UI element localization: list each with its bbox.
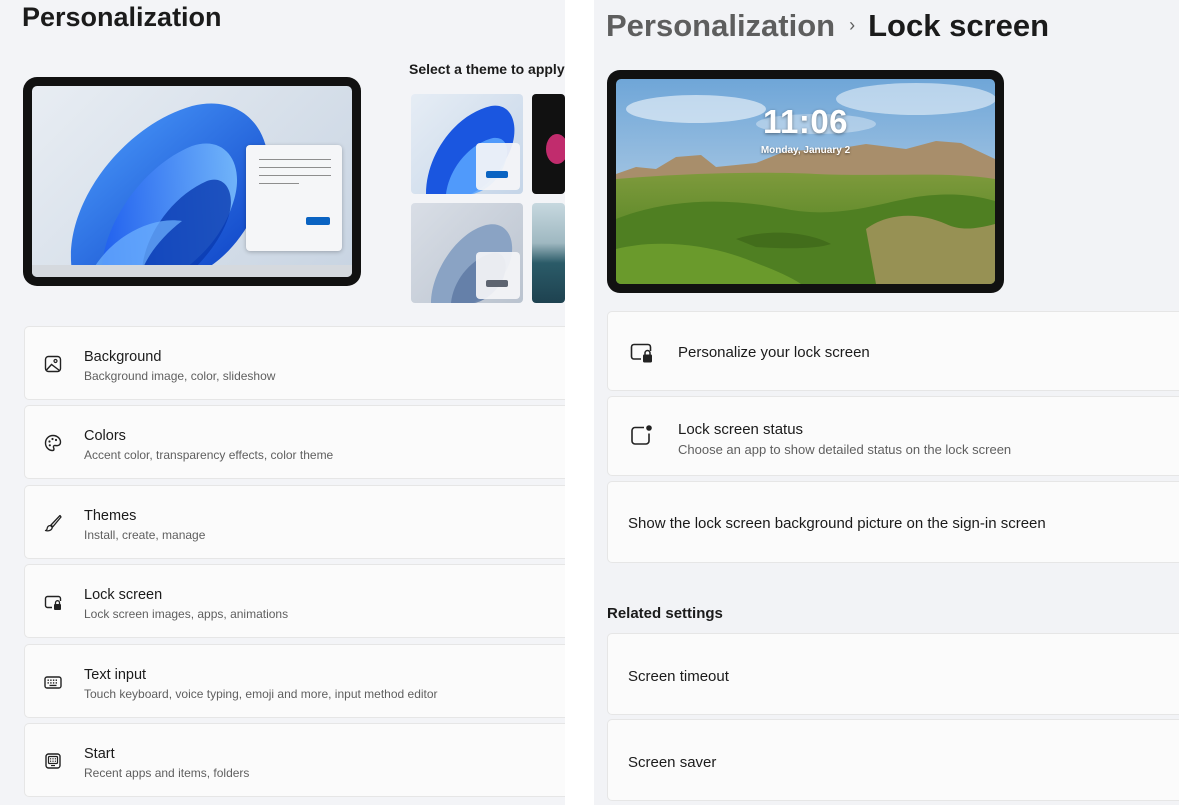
setting-title: Background (84, 349, 162, 365)
row-title: Personalize your lock screen (678, 344, 870, 361)
setting-title: Themes (84, 508, 137, 524)
setting-subtitle: Touch keyboard, voice typing, emoji and … (84, 687, 438, 701)
theme-thumb-dark-flower[interactable] (532, 94, 565, 194)
row-title: Lock screen status (678, 421, 804, 438)
brush-icon (44, 514, 62, 532)
setting-subtitle: Background image, color, slideshow (84, 369, 276, 383)
breadcrumb-parent[interactable]: Personalization (606, 8, 835, 43)
setting-title: Text input (84, 667, 147, 683)
sample-accent-button (306, 217, 330, 225)
show-background-on-signin-row[interactable]: Show the lock screen background picture … (607, 481, 1179, 563)
lock-time: 11:06 (762, 103, 849, 140)
setting-row-lock-screen[interactable]: Lock screen Lock screen images, apps, an… (24, 564, 565, 638)
status-icon (631, 425, 652, 445)
keyboard-icon (44, 676, 62, 689)
setting-row-start[interactable]: Start Recent apps and items, folders (24, 723, 565, 797)
start-icon (45, 753, 61, 769)
related-settings-heading: Related settings (607, 605, 723, 622)
screen-timeout-row[interactable]: Screen timeout (607, 633, 1179, 715)
breadcrumb: Personalization › Lock screen (606, 8, 1049, 44)
theme-select-label: Select a theme to apply (409, 61, 565, 77)
row-title: Show the lock screen background picture … (628, 515, 1046, 532)
lock-screen-icon (44, 595, 62, 610)
lock-screen-status-row[interactable]: Lock screen status Choose an app to show… (607, 396, 1179, 476)
setting-row-background[interactable]: Background Background image, color, slid… (24, 326, 565, 400)
lock-date: Monday, January 2 (760, 145, 851, 156)
lock-screen-icon (630, 343, 652, 363)
theme-thumb-light-bloom[interactable] (411, 203, 523, 303)
theme-preview (23, 77, 361, 286)
setting-subtitle: Lock screen images, apps, animations (84, 607, 289, 621)
page-title: Personalization (22, 2, 222, 32)
row-title: Screen saver (628, 754, 717, 771)
palette-icon (44, 434, 62, 452)
breadcrumb-separator: › (849, 15, 856, 35)
setting-row-colors[interactable]: Colors Accent color, transparency effect… (24, 405, 565, 479)
setting-title: Start (84, 746, 115, 762)
setting-subtitle: Install, create, manage (84, 528, 206, 542)
setting-title: Colors (84, 428, 126, 444)
sample-window (246, 145, 342, 251)
image-icon (44, 355, 62, 373)
lock-screen-preview: 11:06 Monday, January 2 (607, 70, 1004, 293)
setting-row-themes[interactable]: Themes Install, create, manage (24, 485, 565, 559)
theme-thumb-lake-landscape[interactable] (532, 203, 565, 303)
personalization-panel: Personalization Select a theme to apply … (0, 0, 565, 805)
theme-thumb-bloom-blue[interactable] (411, 94, 523, 194)
lock-screen-panel: Personalization › Lock screen 11:06 Mond… (594, 0, 1179, 805)
taskbar (32, 265, 352, 277)
personalize-lock-screen-row[interactable]: Personalize your lock screen (607, 311, 1179, 391)
setting-title: Lock screen (84, 587, 163, 603)
row-title: Screen timeout (628, 668, 729, 685)
setting-subtitle: Recent apps and items, folders (84, 766, 250, 780)
setting-row-text-input[interactable]: Text input Touch keyboard, voice typing,… (24, 644, 565, 718)
setting-subtitle: Accent color, transparency effects, colo… (84, 448, 334, 462)
row-subtitle: Choose an app to show detailed status on… (678, 442, 1012, 457)
breadcrumb-current: Lock screen (868, 8, 1050, 43)
screen-saver-row[interactable]: Screen saver (607, 719, 1179, 801)
